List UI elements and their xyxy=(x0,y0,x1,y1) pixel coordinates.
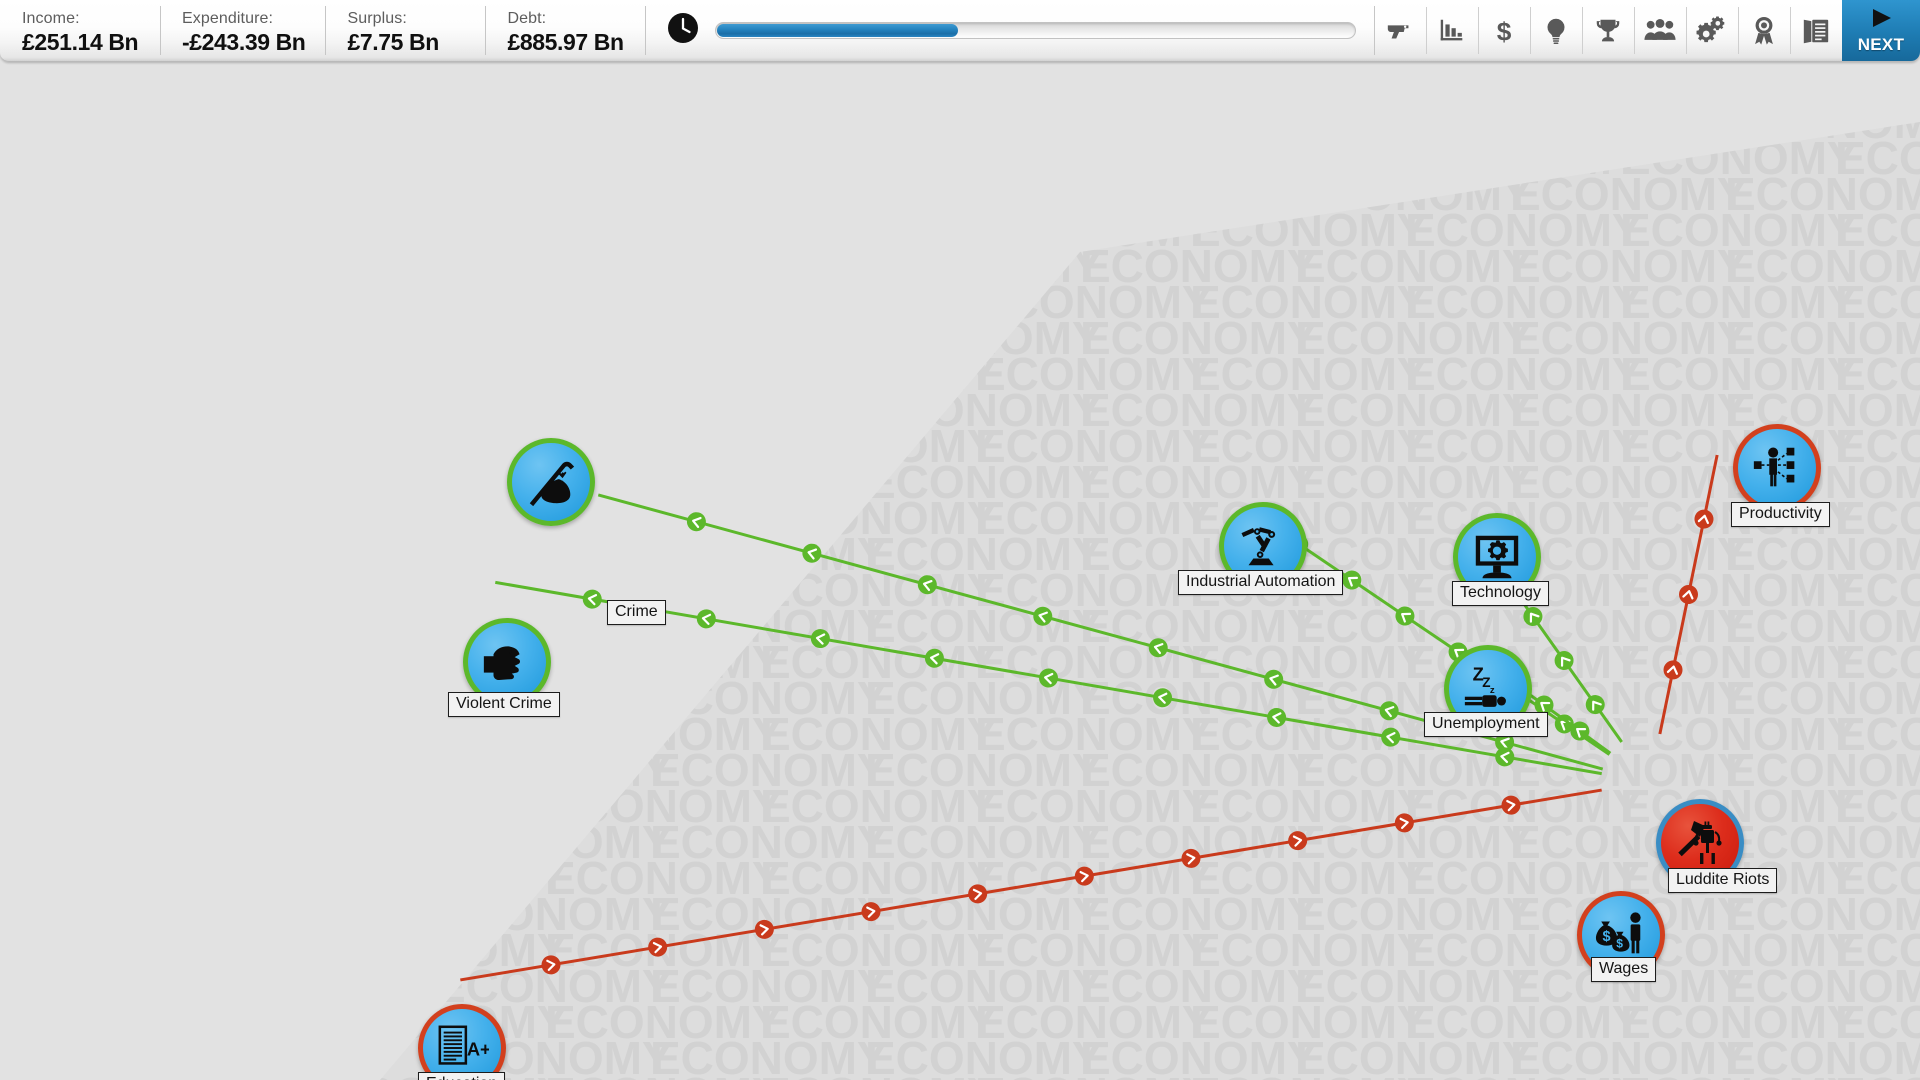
node-label-luddite-riots[interactable]: Luddite Riots xyxy=(1668,868,1778,893)
stat-expenditure-label: Expenditure: xyxy=(182,10,274,27)
node-label-wages[interactable]: Wages xyxy=(1591,957,1657,982)
edge-arrow-marker xyxy=(1264,669,1284,689)
edge-arrow-marker xyxy=(1495,747,1515,767)
crowbar-swag-bag-icon xyxy=(529,461,575,507)
axe-robot-icon xyxy=(1678,821,1722,864)
edge-arrow-marker xyxy=(1694,509,1714,529)
edge-arrow-marker xyxy=(1153,688,1173,708)
stat-expenditure-value: -£243.39 Bn xyxy=(182,29,306,55)
next-turn-button[interactable]: NEXT xyxy=(1842,0,1920,61)
node-crime[interactable] xyxy=(507,438,595,526)
node-label-unemployment[interactable]: Unemployment xyxy=(1424,712,1548,737)
edge-arrow-marker xyxy=(1267,707,1287,727)
economy-dollar-icon[interactable]: $ xyxy=(1478,0,1530,61)
robot-arm-icon xyxy=(1241,527,1276,566)
crime-gun-icon[interactable] xyxy=(1374,0,1426,61)
edge-arrow-marker xyxy=(968,884,988,904)
edge-arrow-marker xyxy=(648,937,668,957)
top-status-bar: Income: £251.14 Bn Expenditure: -£243.39… xyxy=(0,0,1920,62)
stat-surplus: Surplus: £7.75 Bn xyxy=(325,0,485,61)
monitor-gear-icon xyxy=(1475,535,1519,579)
stat-income-value: £251.14 Bn xyxy=(22,29,139,55)
stat-surplus-value: £7.75 Bn xyxy=(347,29,439,55)
edge-arrow-marker xyxy=(1381,727,1401,747)
policy-lightbulb-icon[interactable] xyxy=(1530,0,1582,61)
node-label-violent-crime[interactable]: Violent Crime xyxy=(448,692,560,717)
voters-people-icon[interactable] xyxy=(1634,0,1686,61)
stat-income: Income: £251.14 Bn xyxy=(0,0,160,61)
node-label-industrial-automation[interactable]: Industrial Automation xyxy=(1178,570,1344,595)
person-network-icon xyxy=(1753,447,1795,487)
svg-text:z: z xyxy=(1490,685,1495,696)
node-productivity[interactable] xyxy=(1733,424,1821,512)
edge-arrow-marker xyxy=(1039,668,1058,688)
statistics-chart-icon[interactable] xyxy=(1426,0,1478,61)
edge-arrow-marker xyxy=(1663,660,1683,680)
edge-arrow-marker xyxy=(917,575,937,595)
edge-arrow-marker xyxy=(686,512,706,532)
edge-education-to-luddite xyxy=(460,788,1602,982)
toolbar-icon-bar: $ xyxy=(1374,0,1842,61)
simulation-graph-canvas[interactable]: ECONOMY ECONOMY ECONOMY ECONOMY ECONOMY ECONO… xyxy=(0,62,1920,1080)
edge-arrow-marker xyxy=(802,543,822,563)
edge-arrow-marker xyxy=(754,919,774,939)
edge-arrow-marker xyxy=(1379,701,1399,721)
stat-debt-value: £885.97 Bn xyxy=(507,29,624,55)
options-gear-icon[interactable] xyxy=(1686,0,1738,61)
node-label-productivity[interactable]: Productivity xyxy=(1731,502,1830,527)
stat-income-label: Income: xyxy=(22,10,80,27)
svg-text:$: $ xyxy=(1603,929,1611,945)
turn-progress-bar[interactable] xyxy=(715,22,1356,39)
money-bags-person-icon: $ $ xyxy=(1595,912,1641,954)
edge-arrow-marker xyxy=(1679,585,1698,604)
svg-text:A+: A+ xyxy=(467,1039,489,1060)
edge-arrow-marker xyxy=(1181,848,1201,868)
node-label-technology[interactable]: Technology xyxy=(1452,581,1549,606)
edge-arrow-marker xyxy=(1394,813,1414,833)
achievements-trophy-icon[interactable] xyxy=(1582,0,1634,61)
edge-arrow-marker xyxy=(696,609,716,629)
turn-progress-section xyxy=(645,0,1374,61)
svg-text:$: $ xyxy=(1497,16,1512,46)
edge-arrow-marker xyxy=(1501,795,1521,815)
stat-surplus-label: Surplus: xyxy=(347,10,407,27)
edge-arrow-marker xyxy=(1288,831,1308,851)
edge-arrow-marker xyxy=(810,629,830,649)
svg-text:$: $ xyxy=(1616,937,1623,951)
node-label-education[interactable]: Education xyxy=(418,1072,506,1080)
edge-arrow-marker xyxy=(1148,638,1168,658)
edge-arrow-marker xyxy=(1585,695,1605,715)
clock-icon xyxy=(667,12,699,49)
stat-debt-label: Debt: xyxy=(507,10,547,27)
awards-rosette-icon[interactable] xyxy=(1738,0,1790,61)
node-label-crime[interactable]: Crime xyxy=(607,600,666,625)
sleeping-person-icon: Z Z z xyxy=(1464,663,1506,707)
edge-arrow-marker xyxy=(541,955,561,975)
turn-progress-fill xyxy=(717,24,959,37)
document-a-plus-icon: A+ xyxy=(438,1025,489,1065)
edge-arrow-marker xyxy=(582,589,602,609)
edge-arrow-marker xyxy=(861,902,881,922)
play-triangle-icon xyxy=(1866,7,1896,34)
fist-icon xyxy=(483,646,521,681)
documents-icon[interactable] xyxy=(1790,0,1842,61)
stat-debt: Debt: £885.97 Bn xyxy=(485,0,645,61)
edge-arrow-marker xyxy=(1523,606,1543,626)
edge-arrow-marker xyxy=(924,648,944,668)
edge-arrow-marker xyxy=(1074,866,1094,886)
edge-arrow-marker xyxy=(1554,651,1574,671)
edge-arrow-marker xyxy=(1395,606,1415,626)
next-turn-label: NEXT xyxy=(1857,34,1905,54)
stat-expenditure: Expenditure: -£243.39 Bn xyxy=(160,0,325,61)
edge-arrow-marker xyxy=(1033,606,1053,626)
